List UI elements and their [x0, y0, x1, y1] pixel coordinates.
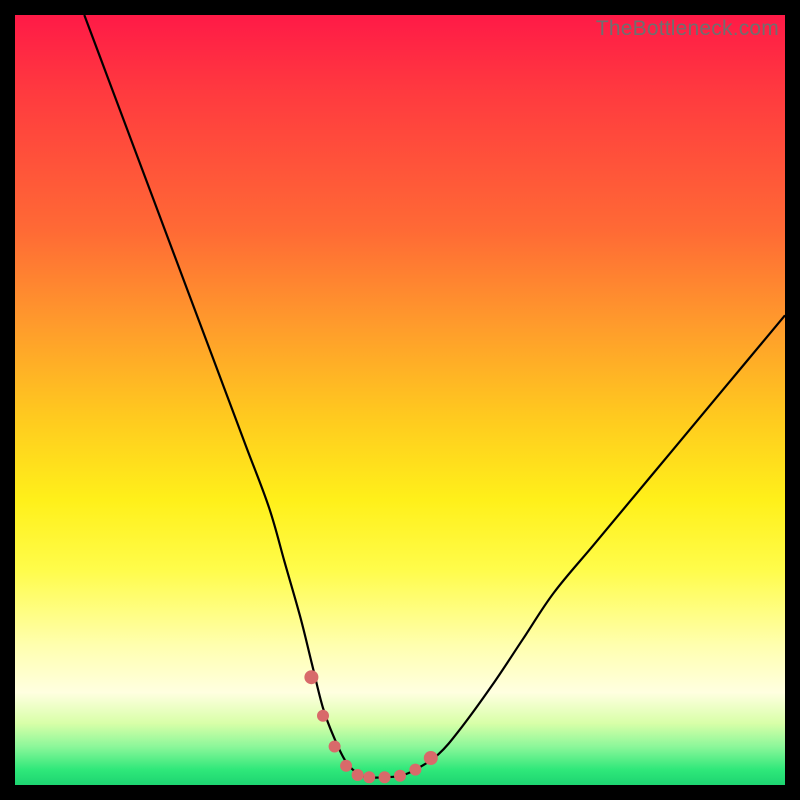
- valley-marker: [409, 764, 421, 776]
- valley-markers: [304, 670, 437, 783]
- watermark-text: TheBottleneck.com: [596, 17, 779, 41]
- valley-marker: [340, 760, 352, 772]
- valley-marker: [363, 771, 375, 783]
- valley-marker: [304, 670, 318, 684]
- bottleneck-curve-svg: [15, 15, 785, 785]
- valley-marker: [352, 769, 364, 781]
- valley-marker: [317, 710, 329, 722]
- valley-marker: [394, 770, 406, 782]
- bottleneck-curve-path: [84, 15, 785, 778]
- valley-marker: [424, 751, 438, 765]
- chart-frame: TheBottleneck.com: [0, 0, 800, 800]
- chart-plot-area: TheBottleneck.com: [15, 15, 785, 785]
- valley-marker: [329, 741, 341, 753]
- valley-marker: [379, 771, 391, 783]
